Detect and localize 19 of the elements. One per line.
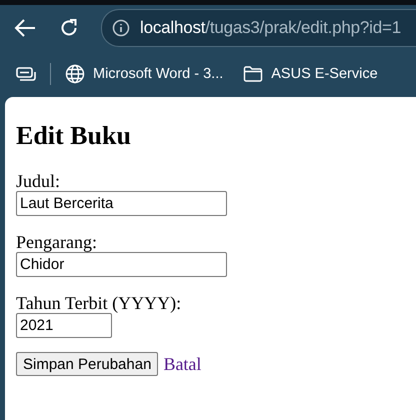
address-bar[interactable]: localhost/tugas3/prak/edit.php?id=1 xyxy=(101,9,416,47)
field-label: Tahun Terbit (YYYY): xyxy=(16,293,182,314)
globe-icon xyxy=(65,64,85,84)
reload-icon[interactable] xyxy=(59,18,79,38)
tab-icon[interactable] xyxy=(16,66,36,82)
cancel-link[interactable]: Batal xyxy=(163,354,202,375)
field-label: Pengarang: xyxy=(16,232,97,252)
input-field[interactable]: Laut Bercerita xyxy=(16,191,227,216)
folder-icon xyxy=(243,65,264,83)
bookmark[interactable]: Microsoft Word - 3... xyxy=(65,64,224,84)
back-icon[interactable] xyxy=(13,18,37,38)
input-field[interactable]: 2021 xyxy=(16,313,112,338)
input-field[interactable]: Chidor xyxy=(16,252,227,278)
bookmark[interactable]: ASUS E-Service xyxy=(243,65,378,83)
save-button[interactable]: Simpan Perubahan xyxy=(16,352,158,376)
url-text: localhost/tugas3/prak/edit.php?id=1 xyxy=(140,18,401,38)
info-icon[interactable] xyxy=(112,19,130,37)
page-heading: Edit Buku xyxy=(16,120,132,152)
field-label: Judul: xyxy=(16,171,60,192)
